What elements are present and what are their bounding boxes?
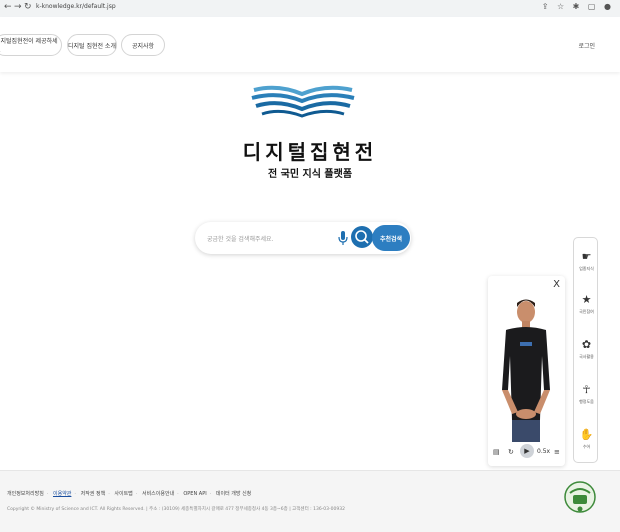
play-icon[interactable]: ▶ [520, 444, 534, 458]
nav-pill-about[interactable]: 디지털 집현전 소개 [67, 34, 117, 56]
forward-icon[interactable]: → [14, 2, 22, 12]
star-icon: ★ [581, 293, 592, 306]
search-icon [355, 230, 369, 244]
speed-control[interactable]: 0.5x [537, 448, 550, 455]
footer-link-terms[interactable]: 이용약관 [53, 491, 71, 497]
back-icon[interactable]: ← [4, 2, 12, 12]
quick-menu-sidebar: ☛ 업종지식 ★ 국민참여 ✿ 국사활용 ☥ 행정도움 ✋ 수어 [573, 237, 598, 463]
sign-hand-icon: ✋ [579, 428, 594, 441]
sidebar-item-sign-language[interactable]: ✋ 수어 [574, 428, 599, 450]
page-subtitle: 전 국민 지식 플랫폼 [267, 169, 353, 180]
settings-icon[interactable]: ≡ [554, 448, 560, 456]
subtitle-icon[interactable]: ▤ [493, 448, 500, 456]
sidebar-item-participation[interactable]: ★ 국민참여 [574, 293, 599, 315]
search-input[interactable] [205, 230, 334, 248]
search-button[interactable] [351, 226, 373, 248]
sign-language-avatar-panel: X ▤ ↻ ▶ 0.5x ≡ [488, 276, 565, 466]
microphone-icon[interactable] [338, 230, 348, 246]
footer-link-copyright[interactable]: 저작권 정책 [81, 491, 106, 497]
sidebar-item-knowledge[interactable]: ☛ 업종지식 [574, 250, 599, 272]
search-bar: 추천검색 [195, 222, 411, 254]
nav-pill-notice[interactable]: 공지사항 [121, 34, 165, 56]
footer-link-privacy[interactable]: 개인정보처리방침 [7, 491, 44, 497]
page-title: 디지털집현전 [242, 140, 378, 164]
sidebar-item-utilization[interactable]: ✿ 국사활용 [574, 338, 599, 360]
browser-toolbar: ← → ↻ k-knowledge.kr/default.jsp ⇪ ☆ ✱ ▢… [0, 0, 620, 18]
avatar-controls: ▤ ↻ ▶ 0.5x ≡ [488, 442, 565, 466]
logo-icon [251, 85, 355, 118]
web-accessibility-mark-icon [564, 481, 596, 513]
avatar-figure [502, 299, 550, 442]
close-icon[interactable]: X [553, 279, 560, 290]
footer-links: 개인정보처리방침 · 이용약관 · 저작권 정책 · 사이트맵 · 서비스이용안내 · O… [7, 491, 252, 497]
reload-icon[interactable]: ↻ [24, 2, 32, 12]
flower-icon: ✿ [581, 338, 592, 351]
address-bar[interactable]: k-knowledge.kr/default.jsp [36, 3, 116, 10]
replay-icon[interactable]: ↻ [508, 448, 514, 456]
top-navigation: 디지털집현전이 제공하세요 디지털 집현전 소개 공지사항 로그인 [0, 17, 620, 72]
footer-link-open-api[interactable]: OPEN API [183, 491, 206, 497]
recommend-search-button[interactable]: 추천검색 [372, 225, 410, 251]
browser-actions-icons[interactable]: ⇪ ☆ ✱ ▢ ● [542, 2, 614, 11]
person-icon: ☥ [582, 383, 591, 396]
copyright-text: Copyright © Ministry of Science and ICT.… [7, 507, 345, 512]
sidebar-item-help[interactable]: ☥ 행정도움 [574, 383, 599, 405]
footer: 개인정보처리방침 · 이용약관 · 저작권 정책 · 사이트맵 · 서비스이용안내 · O… [0, 470, 620, 532]
footer-link-sitemap[interactable]: 사이트맵 [114, 491, 132, 497]
footer-link-data-request[interactable]: 데이터 개방 신청 [216, 491, 251, 497]
hand-icon: ☛ [581, 250, 592, 263]
nav-pill-service[interactable]: 디지털집현전이 제공하세요 [0, 34, 62, 56]
login-link[interactable]: 로그인 [578, 41, 595, 50]
footer-link-guide[interactable]: 서비스이용안내 [142, 491, 174, 497]
